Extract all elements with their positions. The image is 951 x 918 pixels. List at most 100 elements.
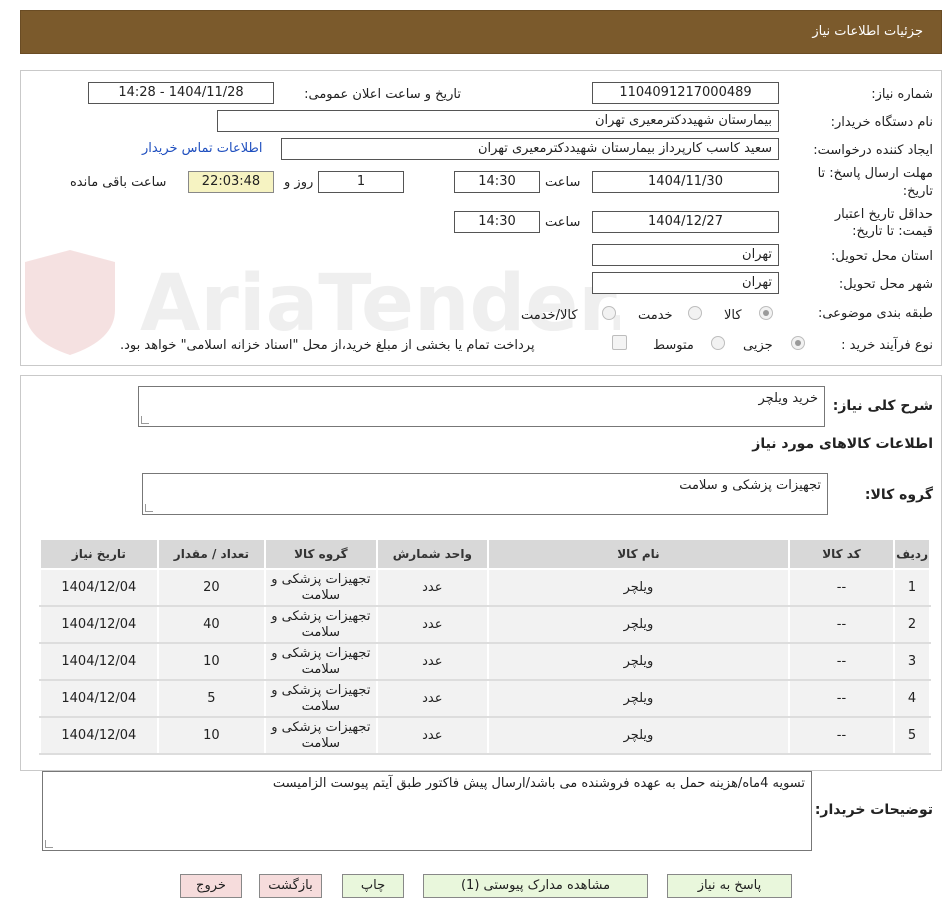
process-radio-medium[interactable]: [711, 336, 725, 350]
cell-need-date: 1404/12/04: [39, 679, 159, 718]
buyer-org-field: بیمارستان شهیددکترمعیری تهران: [217, 110, 779, 132]
city-label: شهر محل تحویل:: [838, 277, 933, 292]
validity-time-field: 14:30: [454, 211, 540, 233]
table-row: 2 -- ویلچر عدد تجهیزات پزشکی و سلامت 40 …: [39, 605, 931, 644]
category-radio-service[interactable]: [688, 306, 702, 320]
cell-goods-code: --: [787, 568, 896, 607]
category-radio-goods-service[interactable]: [602, 306, 616, 320]
table-header-row: ردیف کد کالا نام کالا واحد شمارش گروه کا…: [39, 538, 931, 570]
days-remaining-field: 1: [318, 171, 404, 193]
goods-group-value: تجهیزات پزشکی و سلامت: [679, 478, 821, 493]
deadline-time-field: 14:30: [454, 171, 540, 193]
category-radio-goods[interactable]: [759, 306, 773, 320]
days-label: روز و: [284, 175, 314, 190]
buyer-contact-link[interactable]: اطلاعات تماس خریدار: [142, 141, 262, 156]
buyer-notes-value: تسویه 4ماه/هزینه حمل به عهده فروشنده می …: [272, 776, 805, 791]
cell-goods-code: --: [787, 716, 896, 755]
goods-group-textarea[interactable]: تجهیزات پزشکی و سلامت: [142, 473, 828, 515]
watermark-text: AriaTender.neT: [140, 259, 620, 349]
validity-time-label: ساعت: [545, 215, 581, 230]
province-label: استان محل تحویل:: [831, 249, 933, 264]
deadline-date-field: 1404/11/30: [592, 171, 779, 193]
resize-grip-icon[interactable]: [141, 416, 149, 424]
cell-unit: عدد: [375, 642, 490, 681]
resize-grip-icon[interactable]: [45, 840, 53, 848]
cell-goods-name: ویلچر: [487, 605, 790, 644]
buyer-notes-label: توضیحات خریدار:: [814, 802, 933, 818]
need-summary-textarea[interactable]: خرید ویلچر: [138, 386, 825, 427]
goods-table-wrapper: ردیف کد کالا نام کالا واحد شمارش گروه کا…: [39, 538, 931, 755]
cell-need-date: 1404/12/04: [39, 568, 159, 607]
category-option-goods-service: کالا/خدمت: [521, 308, 578, 323]
cell-row-number: 1: [893, 568, 931, 607]
cell-goods-name: ویلچر: [487, 568, 790, 607]
cell-goods-group: تجهیزات پزشکی و سلامت: [264, 642, 378, 681]
reply-to-need-button[interactable]: پاسخ به نیاز: [667, 874, 792, 898]
province-field: تهران: [592, 244, 779, 266]
category-label: طبقه بندی موضوعی:: [817, 306, 933, 321]
col-header-goods-name: نام کالا: [487, 538, 790, 570]
remaining-time-label: ساعت باقی مانده: [70, 175, 167, 190]
cell-row-number: 4: [893, 679, 931, 718]
validity-label-line1: حداقل تاریخ اعتبار: [834, 207, 933, 222]
cell-quantity: 40: [156, 605, 267, 644]
need-summary-label: شرح کلی نیاز:: [832, 398, 933, 414]
validity-date-field: 1404/12/27: [592, 211, 779, 233]
cell-quantity: 20: [156, 568, 267, 607]
cell-need-date: 1404/12/04: [39, 716, 159, 755]
process-radio-minor[interactable]: [791, 336, 805, 350]
cell-unit: عدد: [375, 716, 490, 755]
col-header-goods-group: گروه کالا: [264, 538, 378, 570]
col-header-quantity: تعداد / مقدار: [156, 538, 267, 570]
table-row: 3 -- ویلچر عدد تجهیزات پزشکی و سلامت 10 …: [39, 642, 931, 681]
page-header: جزئیات اطلاعات نیاز: [20, 10, 942, 54]
col-header-need-date: تاریخ نیاز: [39, 538, 159, 570]
creator-field: سعید کاسب کارپرداز بیمارستان شهیددکترمعی…: [281, 138, 779, 160]
process-option-minor: جزیی: [743, 338, 773, 353]
cell-goods-name: ویلچر: [487, 716, 790, 755]
cell-goods-code: --: [787, 605, 896, 644]
treasury-payment-checkbox[interactable]: [612, 335, 627, 350]
view-attachments-button[interactable]: مشاهده مدارک پیوستی (1): [423, 874, 648, 898]
cell-unit: عدد: [375, 679, 490, 718]
goods-table: ردیف کد کالا نام کالا واحد شمارش گروه کا…: [39, 538, 931, 755]
need-number-field: 1104091217000489: [592, 82, 779, 104]
cell-unit: عدد: [375, 605, 490, 644]
deadline-label-line1: مهلت ارسال پاسخ: تا: [817, 166, 933, 181]
deadline-time-label: ساعت: [545, 175, 581, 190]
process-option-medium: متوسط: [653, 338, 694, 353]
goods-group-label: گروه کالا:: [864, 487, 933, 503]
category-option-goods: کالا: [724, 308, 742, 323]
city-field: تهران: [592, 272, 779, 294]
remaining-time-field: 22:03:48: [188, 171, 274, 193]
cell-row-number: 3: [893, 642, 931, 681]
cell-goods-code: --: [787, 679, 896, 718]
cell-goods-name: ویلچر: [487, 642, 790, 681]
resize-grip-icon[interactable]: [145, 504, 153, 512]
col-header-unit: واحد شمارش: [375, 538, 490, 570]
creator-label: ایجاد کننده درخواست:: [813, 143, 933, 158]
category-option-service: خدمت: [638, 308, 673, 323]
goods-info-title: اطلاعات کالاهای مورد نیاز: [752, 436, 933, 452]
cell-unit: عدد: [375, 568, 490, 607]
page-title: جزئیات اطلاعات نیاز: [812, 24, 923, 39]
cell-row-number: 5: [893, 716, 931, 755]
cell-goods-name: ویلچر: [487, 679, 790, 718]
buyer-org-label: نام دستگاه خریدار:: [830, 115, 933, 130]
cell-goods-group: تجهیزات پزشکی و سلامت: [264, 716, 378, 755]
cell-goods-group: تجهیزات پزشکی و سلامت: [264, 568, 378, 607]
col-header-goods-code: کد کالا: [787, 538, 896, 570]
cell-goods-group: تجهیزات پزشکی و سلامت: [264, 679, 378, 718]
announce-date-field: 1404/11/28 - 14:28: [88, 82, 274, 104]
cell-quantity: 10: [156, 642, 267, 681]
exit-button[interactable]: خروج: [180, 874, 242, 898]
cell-need-date: 1404/12/04: [39, 642, 159, 681]
announce-date-label: تاریخ و ساعت اعلان عمومی:: [304, 87, 461, 102]
table-row: 1 -- ویلچر عدد تجهیزات پزشکی و سلامت 20 …: [39, 568, 931, 607]
buyer-notes-textarea[interactable]: تسویه 4ماه/هزینه حمل به عهده فروشنده می …: [42, 771, 812, 851]
need-number-label: شماره نیاز:: [871, 87, 933, 102]
cell-goods-code: --: [787, 642, 896, 681]
table-row: 4 -- ویلچر عدد تجهیزات پزشکی و سلامت 5 1…: [39, 679, 931, 718]
print-button[interactable]: چاپ: [342, 874, 404, 898]
back-button[interactable]: بازگشت: [259, 874, 322, 898]
